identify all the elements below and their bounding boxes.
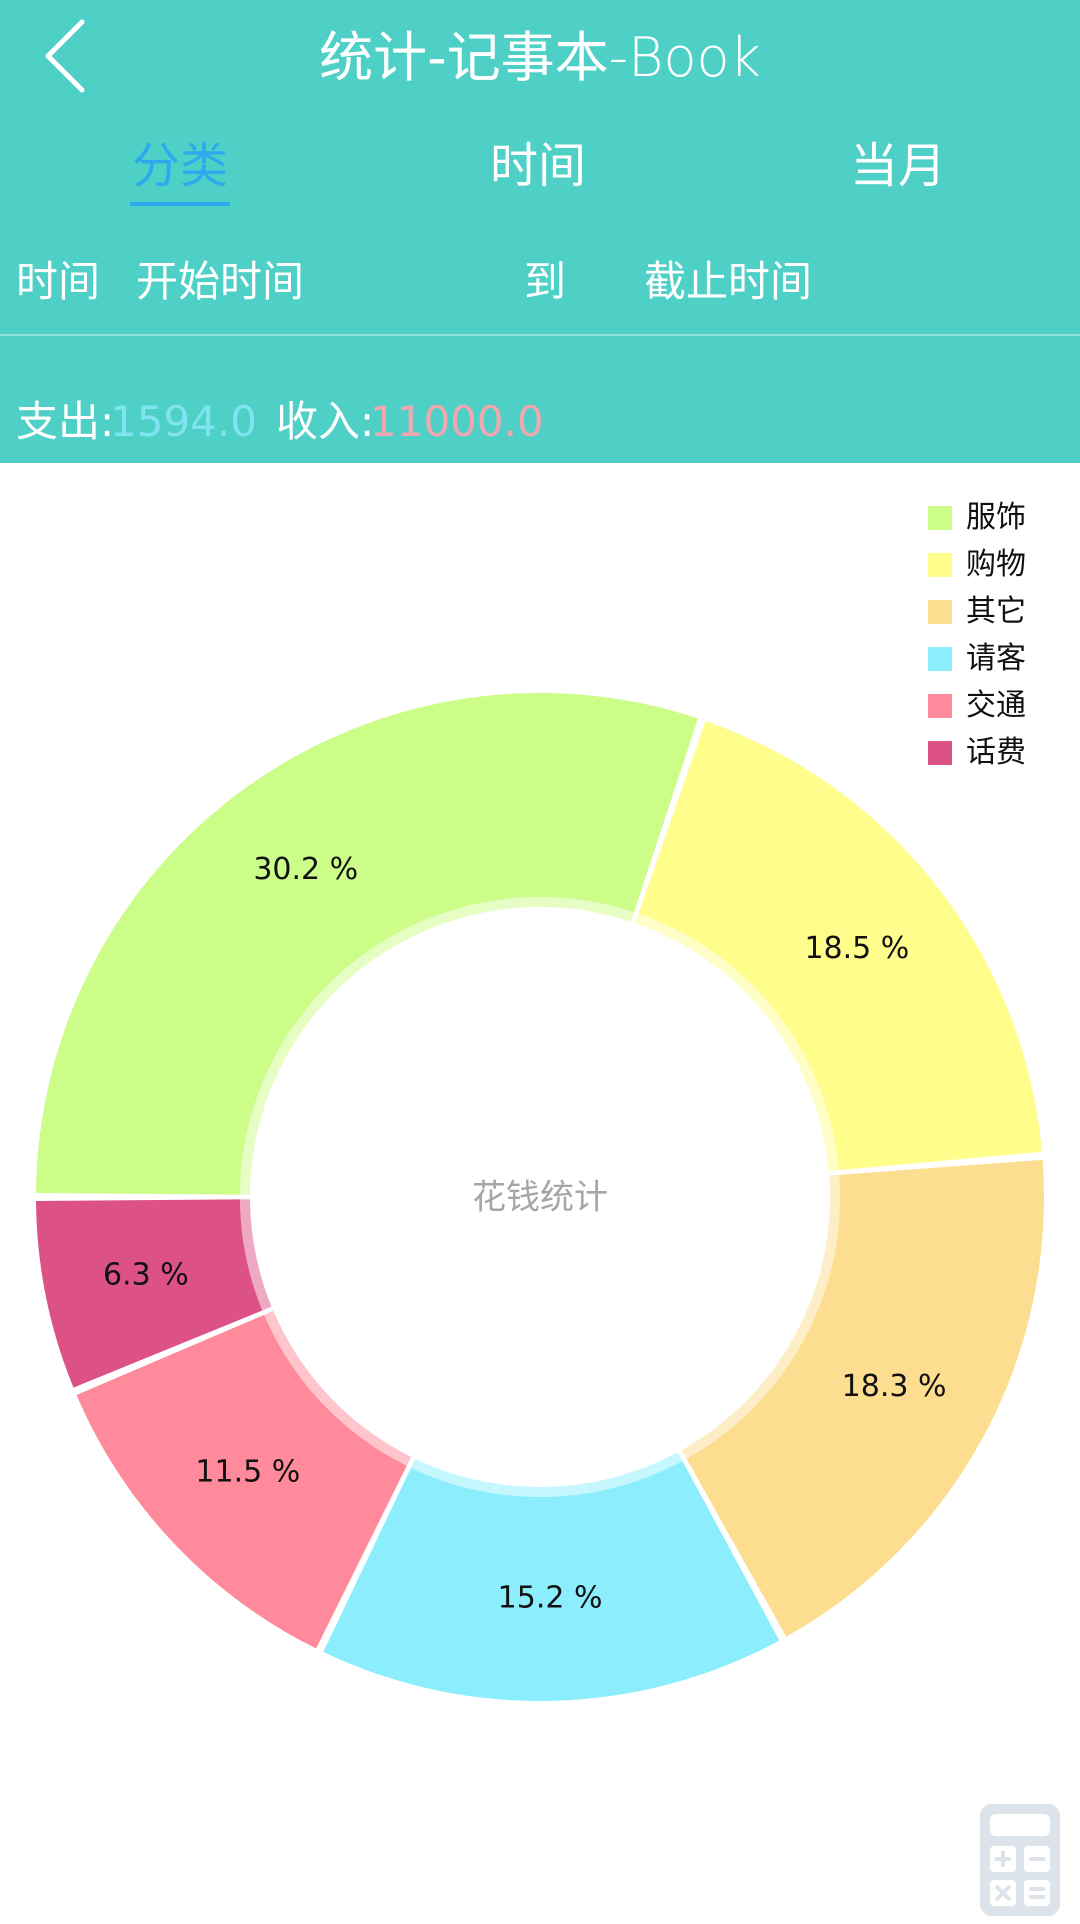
expense-label: 支出: <box>16 397 115 446</box>
slice-label: 18.5 % <box>804 931 909 966</box>
legend-item: 话费 <box>926 735 1066 782</box>
income-value: 11000.0 <box>370 397 544 446</box>
slice-label: 18.3 % <box>842 1369 947 1404</box>
donut-chart: 30.2 % 18.5 % 18.3 % 15.2 % 11.5 % 6.3 % 花钱统计 <box>36 692 1044 1701</box>
slice-label: 30.2 % <box>253 852 358 887</box>
income-label: 收入: <box>276 397 375 446</box>
divider <box>0 334 1080 336</box>
legend-swatch <box>928 741 952 765</box>
page-title: 统计-记事本-Book <box>0 18 1080 98</box>
active-tab-indicator <box>130 202 230 206</box>
start-time-field[interactable]: 开始时间 <box>136 252 304 312</box>
legend-item: 其它 <box>926 594 1066 641</box>
chart-legend: 服饰购物其它请客交通话费 <box>926 500 1066 782</box>
time-label: 时间 <box>16 257 101 306</box>
tab-current-month[interactable]: 当月 <box>838 128 958 204</box>
legend-label: 购物 <box>966 547 1026 582</box>
end-time-field[interactable]: 截止时间 <box>644 252 812 312</box>
legend-swatch <box>928 553 952 577</box>
header: 统计-记事本-Book 分类 时间 当月 时间 开始时间 到 截止时间 支出: … <box>0 0 1080 463</box>
tab-category[interactable]: 分类 <box>120 128 240 204</box>
legend-swatch <box>928 647 952 671</box>
chart-center-label: 花钱统计 <box>472 1178 608 1218</box>
slice-label: 11.5 % <box>195 1455 300 1490</box>
calculator-icon <box>980 1804 1060 1916</box>
legend-label: 服饰 <box>966 500 1026 535</box>
expense-value: 1594.0 <box>110 397 257 446</box>
legend-label: 话费 <box>966 735 1026 770</box>
range-separator: 到 <box>524 257 567 306</box>
title-main: 统计-记事本 <box>319 26 609 89</box>
legend-label: 其它 <box>966 594 1026 629</box>
legend-swatch <box>928 506 952 530</box>
legend-item: 请客 <box>926 641 1066 688</box>
legend-label: 请客 <box>966 641 1026 676</box>
slice-label: 6.3 % <box>103 1258 189 1293</box>
chart-area: 30.2 % 18.5 % 18.3 % 15.2 % 11.5 % 6.3 % 花钱统计 <box>0 463 1080 1920</box>
calculator-button[interactable] <box>976 1800 1064 1918</box>
legend-swatch <box>928 694 952 718</box>
legend-label: 交通 <box>966 688 1026 723</box>
slice-label: 15.2 % <box>498 1580 603 1615</box>
legend-swatch <box>928 600 952 624</box>
slice-0[interactable] <box>36 692 699 1195</box>
legend-item: 交通 <box>926 688 1066 735</box>
tab-time[interactable]: 时间 <box>478 128 598 204</box>
legend-item: 服饰 <box>926 500 1066 547</box>
legend-item: 购物 <box>926 547 1066 594</box>
title-suffix: -Book <box>608 26 761 89</box>
